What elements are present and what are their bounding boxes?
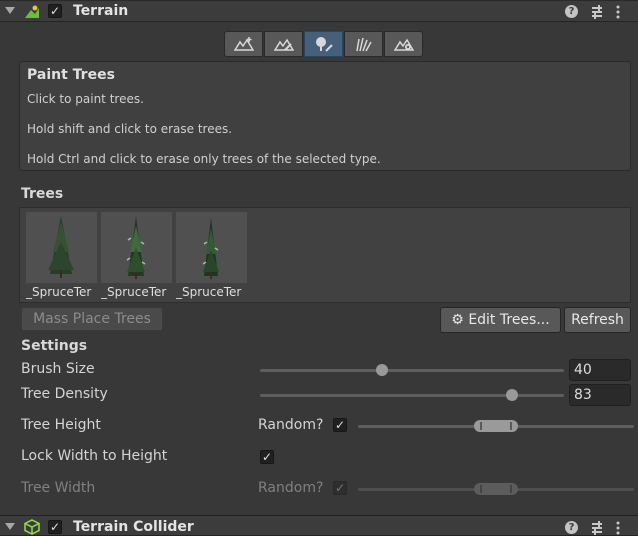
brush-size-slider[interactable] [260,369,564,372]
paint-terrain-tool[interactable] [264,31,303,57]
paint-terrain-icon [273,38,294,51]
help-icon[interactable]: ? [565,521,578,534]
paint-details-icon [355,37,372,52]
terrain-collider-title: Terrain Collider [73,519,194,535]
tree-height-random-checkbox[interactable]: ✓ [333,418,347,432]
terrain-component-header[interactable]: ✓ Terrain ? [0,0,638,22]
brush-size-label: Brush Size [21,361,95,377]
lock-width-label: Lock Width to Height [21,448,168,464]
paint-details-tool[interactable] [344,31,383,57]
paint-trees-helpbox: Paint Trees Click to paint trees. Hold s… [19,61,631,171]
foldout-arrow-icon[interactable] [5,7,15,14]
terrain-enabled-checkbox[interactable]: ✓ [48,4,62,18]
edit-trees-label: Edit Trees... [468,312,550,328]
terrain-collider-header[interactable]: ✓ Terrain Collider ? [0,515,638,536]
terrain-title: Terrain [73,3,129,19]
terrain-tools-toolbar [224,31,424,57]
presets-icon[interactable] [590,521,604,535]
terrain-settings-tool[interactable] [384,31,423,57]
helpbox-title: Paint Trees [27,67,115,83]
tree-height-random-label: Random? [258,417,324,433]
brush-size-slider-thumb[interactable] [375,364,388,376]
helpbox-line-3: Hold Ctrl and click to erase only trees … [27,152,381,166]
tree-width-range-handle [474,483,518,495]
lock-width-checkbox[interactable]: ✓ [260,450,274,464]
refresh-button[interactable]: Refresh [564,307,631,333]
trees-section-label: Trees [21,186,64,202]
kebab-menu-icon[interactable] [614,5,622,19]
helpbox-line-2: Hold shift and click to erase trees. [27,122,233,136]
spruce-tree-thumbnail [202,218,219,279]
gear-icon: ⚙ [451,312,464,328]
spruce-tree-thumbnail [48,216,74,278]
help-icon[interactable]: ? [565,5,578,18]
tree-prototype-3[interactable] [176,212,247,283]
tree-prototype-2[interactable] [101,212,172,283]
terrain-collider-enabled-checkbox[interactable]: ✓ [48,520,62,534]
tree-density-label: Tree Density [21,386,108,402]
tree-density-field[interactable]: 83 [569,384,631,406]
spruce-tree-thumbnail [126,216,146,279]
foldout-arrow-icon[interactable] [5,523,15,530]
edit-trees-button[interactable]: ⚙ Edit Trees... [440,307,561,333]
tree-width-random-label: Random? [258,480,324,496]
tree-density-slider-thumb[interactable] [506,389,519,401]
helpbox-line-1: Click to paint trees. [27,92,144,106]
tree-height-range-handle[interactable] [474,420,518,432]
mass-place-trees-button[interactable]: Mass Place Trees [21,307,163,331]
create-neighbor-icon [233,37,254,51]
tree-prototype-1-caption: _SpruceTer [26,285,92,299]
presets-icon[interactable] [590,5,604,19]
tree-density-slider[interactable] [260,394,564,397]
tree-prototype-3-caption: _SpruceTer [176,285,242,299]
paint-trees-tool[interactable] [304,31,343,57]
brush-size-field[interactable]: 40 [569,359,631,381]
tree-prototype-2-caption: _SpruceTer [101,285,167,299]
collider-cube-icon [24,519,40,535]
paint-trees-icon [315,37,333,52]
terrain-settings-icon [393,38,414,51]
tree-width-label: Tree Width [21,480,96,496]
kebab-menu-icon[interactable] [614,521,622,535]
tree-prototype-grid: _SpruceTer _SpruceTer _SpruceTer [19,207,631,303]
settings-section-label: Settings [21,338,88,354]
terrain-icon [25,5,39,18]
tree-height-label: Tree Height [21,417,101,433]
create-neighbor-terrains-tool[interactable] [224,31,263,57]
tree-prototype-1[interactable] [26,212,97,283]
tree-width-random-checkbox: ✓ [333,481,347,495]
